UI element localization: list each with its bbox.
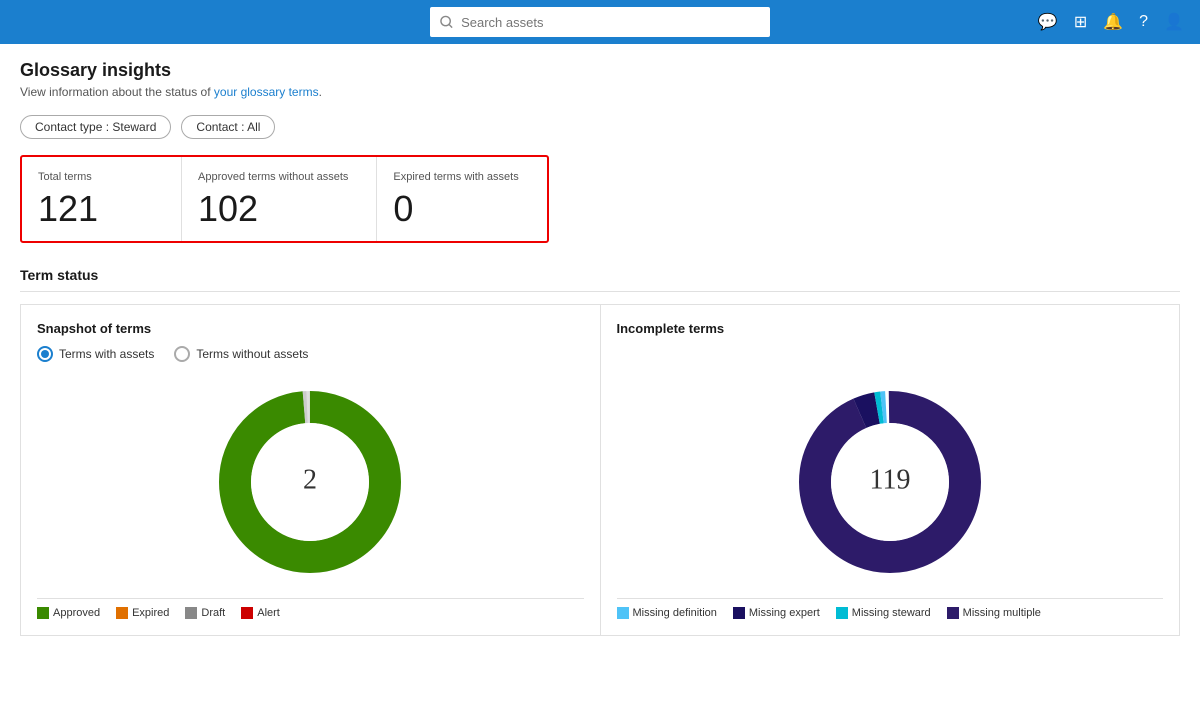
snapshot-panel: Snapshot of terms Terms with assets Term… [20, 304, 600, 636]
stat-label-approved-no-assets: Approved terms without assets [198, 171, 348, 183]
stat-label-total-terms: Total terms [38, 171, 153, 183]
search-icon [440, 15, 453, 29]
radio-circle-without-assets [174, 346, 190, 362]
radio-inner-with-assets [41, 350, 49, 358]
contact-filter[interactable]: Contact : All [181, 115, 275, 139]
snapshot-donut-chart: 2 [210, 382, 410, 582]
incomplete-title: Incomplete terms [617, 321, 1164, 336]
legend-color-missing-expert [733, 607, 745, 619]
charts-row: Snapshot of terms Terms with assets Term… [20, 304, 1180, 636]
legend-color-missing-steward [836, 607, 848, 619]
legend-color-expired [116, 607, 128, 619]
grid-icon[interactable]: ⊞ [1074, 12, 1087, 32]
term-status-section: Term status Snapshot of terms Terms with… [20, 267, 1180, 636]
legend-expired: Expired [116, 607, 169, 619]
stat-label-expired-with-assets: Expired terms with assets [393, 171, 518, 183]
incomplete-donut-value: 119 [869, 464, 910, 495]
legend-label-missing-multiple: Missing multiple [963, 607, 1041, 619]
stat-card-approved-no-assets: Approved terms without assets 102 [182, 157, 377, 241]
incomplete-donut-chart: 119 [790, 382, 990, 582]
legend-label-alert: Alert [257, 607, 280, 619]
user-icon[interactable]: 👤 [1164, 12, 1184, 32]
back-icon[interactable]: 💬 [1038, 12, 1058, 32]
stat-cards-container: Total terms 121 Approved terms without a… [20, 155, 549, 243]
legend-label-missing-expert: Missing expert [749, 607, 820, 619]
search-bar[interactable] [430, 7, 770, 37]
nav-icon-group: 💬 ⊞ 🔔 ? 👤 [1038, 12, 1184, 32]
legend-label-missing-definition: Missing definition [633, 607, 717, 619]
incomplete-legend: Missing definition Missing expert Missin… [617, 598, 1164, 619]
legend-alert: Alert [241, 607, 280, 619]
legend-draft: Draft [185, 607, 225, 619]
stat-value-total-terms: 121 [38, 191, 153, 227]
legend-label-expired: Expired [132, 607, 169, 619]
legend-color-draft [185, 607, 197, 619]
bell-icon[interactable]: 🔔 [1103, 12, 1123, 32]
legend-missing-definition: Missing definition [617, 607, 717, 619]
legend-label-missing-steward: Missing steward [852, 607, 931, 619]
stat-card-total-terms: Total terms 121 [22, 157, 182, 241]
contact-type-filter[interactable]: Contact type : Steward [20, 115, 171, 139]
radio-label-with-assets: Terms with assets [59, 347, 154, 361]
snapshot-legend: Approved Expired Draft Alert [37, 598, 584, 619]
legend-missing-expert: Missing expert [733, 607, 820, 619]
snapshot-donut-container: 2 [37, 382, 584, 582]
main-content: Glossary insights View information about… [0, 44, 1200, 707]
section-title-term-status: Term status [20, 267, 1180, 292]
incomplete-donut-container: 119 [617, 382, 1164, 582]
stat-value-expired-with-assets: 0 [393, 191, 518, 227]
legend-missing-steward: Missing steward [836, 607, 931, 619]
stat-card-expired-with-assets: Expired terms with assets 0 [377, 157, 546, 241]
radio-group-snapshot: Terms with assets Terms without assets [37, 346, 584, 362]
legend-approved: Approved [37, 607, 100, 619]
legend-color-missing-definition [617, 607, 629, 619]
filter-bar: Contact type : Steward Contact : All [20, 115, 1180, 139]
page-subtitle: View information about the status of you… [20, 85, 1180, 99]
radio-terms-with-assets[interactable]: Terms with assets [37, 346, 154, 362]
radio-circle-with-assets [37, 346, 53, 362]
radio-label-without-assets: Terms without assets [196, 347, 308, 361]
legend-label-approved: Approved [53, 607, 100, 619]
legend-color-missing-multiple [947, 607, 959, 619]
help-icon[interactable]: ? [1139, 13, 1148, 31]
legend-color-approved [37, 607, 49, 619]
glossary-terms-link[interactable]: your glossary terms [214, 85, 319, 99]
page-title: Glossary insights [20, 60, 1180, 81]
stat-value-approved-no-assets: 102 [198, 191, 348, 227]
radio-terms-without-assets[interactable]: Terms without assets [174, 346, 308, 362]
top-navigation: 💬 ⊞ 🔔 ? 👤 [0, 0, 1200, 44]
legend-label-draft: Draft [201, 607, 225, 619]
search-input[interactable] [461, 15, 760, 30]
snapshot-donut-value: 2 [303, 464, 317, 495]
incomplete-panel: Incomplete terms [600, 304, 1181, 636]
snapshot-title: Snapshot of terms [37, 321, 584, 336]
legend-color-alert [241, 607, 253, 619]
legend-missing-multiple: Missing multiple [947, 607, 1041, 619]
